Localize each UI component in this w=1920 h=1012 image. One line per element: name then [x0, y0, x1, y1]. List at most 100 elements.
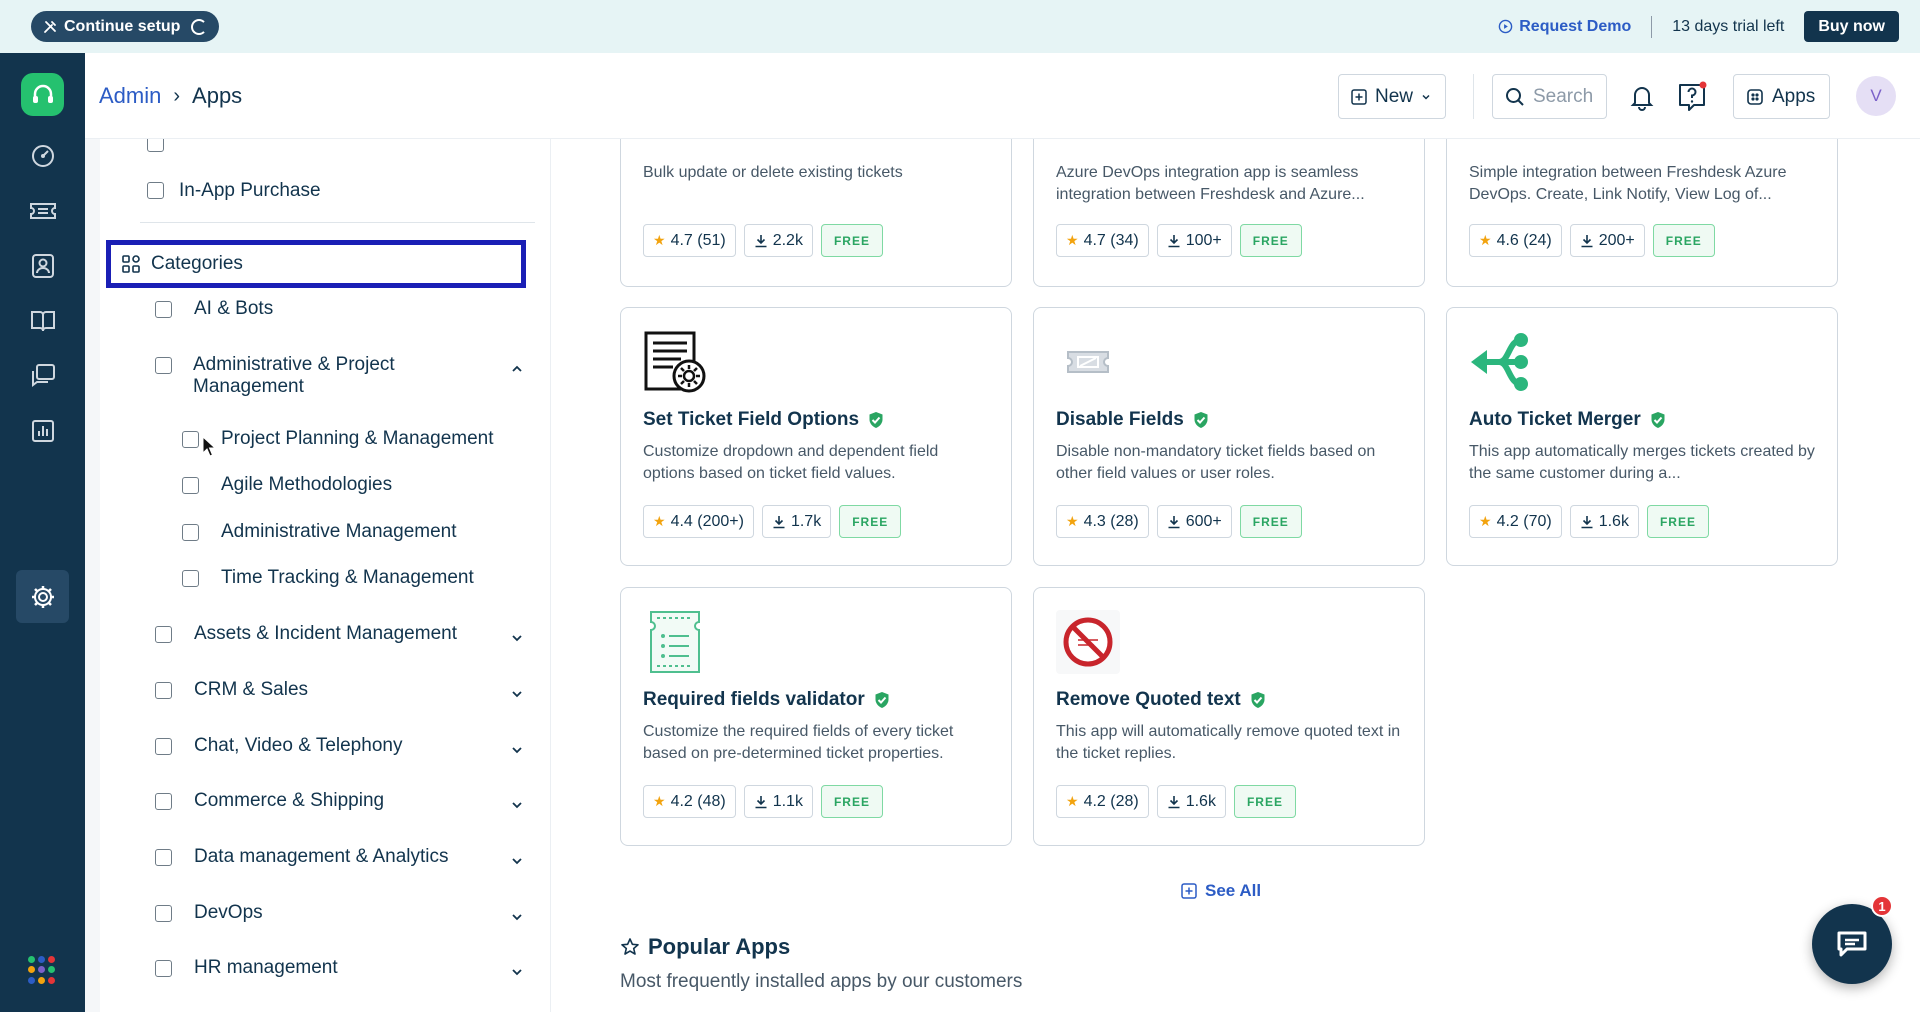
forums-nav-icon[interactable] [16, 349, 69, 402]
price-badge: FREE [1652, 224, 1715, 257]
subcategory-project-planning[interactable]: Project Planning & Management [182, 428, 494, 450]
new-button-label: New [1375, 85, 1414, 107]
subcategory-time-tracking[interactable]: Time Tracking & Management [182, 567, 474, 589]
user-avatar[interactable]: V [1856, 76, 1896, 116]
checkbox[interactable] [182, 570, 199, 587]
checkbox[interactable] [155, 626, 172, 643]
chevron-down-icon[interactable] [510, 631, 524, 645]
checkbox[interactable] [182, 524, 199, 541]
app-card[interactable]: Bulk update or delete existing tickets ★… [620, 139, 1012, 287]
rating-value: 4.7 (51) [670, 231, 726, 249]
category-assets-incident[interactable]: Assets & Incident Management [155, 623, 457, 645]
app-card-auto-ticket-merger[interactable]: Auto Ticket Merger This app automaticall… [1446, 307, 1838, 566]
verified-badge-icon [869, 412, 883, 428]
plus-square-icon [1351, 88, 1367, 105]
installs-badge: 100+ [1156, 224, 1232, 257]
category-data-management-analytics[interactable]: Data management & Analytics [155, 846, 449, 868]
new-button[interactable]: New [1338, 74, 1446, 119]
chevron-down-icon[interactable] [510, 743, 524, 757]
app-card[interactable]: Azure DevOps integration app is seamless… [1033, 139, 1425, 287]
chevron-down-icon[interactable] [510, 687, 524, 701]
app-description: Customize dropdown and dependent field o… [643, 443, 939, 482]
category-label: Administrative & Project Management [193, 354, 395, 397]
checkbox[interactable] [155, 849, 172, 866]
search-input[interactable]: Search [1492, 74, 1607, 119]
checkbox[interactable] [182, 477, 199, 494]
star-icon: ★ [653, 232, 666, 248]
app-description: Simple integration between Freshdesk Azu… [1469, 164, 1787, 203]
app-title: Remove Quoted text [1056, 689, 1267, 711]
help-icon[interactable] [1674, 79, 1710, 115]
app-title-text: Remove Quoted text [1056, 689, 1241, 710]
checkbox[interactable] [155, 793, 172, 810]
checkbox[interactable] [147, 182, 164, 199]
search-placeholder: Search [1533, 85, 1594, 107]
knowledge-base-nav-icon[interactable] [16, 294, 69, 347]
app-meta: ★ 4.2 (70) 1.6k FREE [1469, 505, 1709, 538]
checkbox[interactable] [155, 682, 172, 699]
app-description: Customize the required fields of every t… [643, 723, 954, 762]
category-devops[interactable]: DevOps [155, 902, 263, 924]
notifications-bell-icon[interactable] [1624, 79, 1660, 115]
category-administrative-project-management[interactable]: Administrative & Project Management [155, 354, 525, 398]
verified-badge-icon [875, 692, 889, 708]
installs-value: 2.2k [772, 231, 803, 249]
installs-badge: 1.6k [1156, 785, 1226, 818]
apps-grid-icon [1747, 88, 1763, 105]
filter-label: In-App Purchase [179, 180, 321, 201]
app-card-remove-quoted-text[interactable]: Remove Quoted text This app will automat… [1033, 587, 1425, 846]
chevron-down-icon[interactable] [510, 798, 524, 812]
dashboard-nav-icon[interactable] [16, 129, 69, 182]
breadcrumb-admin-link[interactable]: Admin [99, 83, 161, 109]
checkbox[interactable] [182, 431, 199, 448]
app-card-disable-fields[interactable]: Disable Fields Disable non-mandatory tic… [1033, 307, 1425, 566]
app-description: Bulk update or delete existing tickets [643, 164, 903, 181]
freshdesk-logo-icon[interactable] [21, 73, 64, 116]
checkbox[interactable] [155, 905, 172, 922]
checkbox[interactable] [147, 139, 164, 152]
reports-nav-icon[interactable] [16, 404, 69, 457]
category-ai-bots[interactable]: AI & Bots [155, 298, 273, 320]
buy-now-button[interactable]: Buy now [1804, 11, 1899, 42]
banner-divider [1651, 15, 1653, 38]
checkbox[interactable] [155, 301, 172, 318]
subcategory-administrative-management[interactable]: Administrative Management [182, 521, 457, 543]
header-divider [1473, 74, 1474, 119]
download-icon [1168, 795, 1180, 808]
chevron-down-icon[interactable] [510, 910, 524, 924]
filter-in-app-purchase[interactable]: In-App Purchase [147, 180, 321, 202]
checkbox[interactable] [155, 357, 172, 374]
admin-settings-nav-icon[interactable] [16, 570, 69, 623]
subcategory-label: Time Tracking & Management [221, 567, 474, 588]
apps-button[interactable]: Apps [1733, 74, 1830, 119]
app-card-set-ticket-field-options[interactable]: Set Ticket Field Options Customize dropd… [620, 307, 1012, 566]
app-card-required-fields-validator[interactable]: Required fields validator Customize the … [620, 587, 1012, 846]
product-switcher-icon[interactable] [28, 956, 56, 984]
star-icon: ★ [653, 513, 666, 529]
category-commerce-shipping[interactable]: Commerce & Shipping [155, 790, 384, 812]
breadcrumb: Admin › Apps [99, 83, 242, 109]
plus-square-icon [1181, 883, 1197, 899]
continue-setup-button[interactable]: Continue setup [31, 11, 220, 42]
chevron-up-icon[interactable] [510, 362, 524, 376]
chevron-down-icon[interactable] [510, 854, 524, 868]
verified-badge-icon [1651, 412, 1665, 428]
contacts-nav-icon[interactable] [16, 239, 69, 292]
installs-badge: 2.2k [743, 224, 813, 257]
category-crm-sales[interactable]: CRM & Sales [155, 679, 308, 701]
app-title: Set Ticket Field Options [643, 409, 885, 431]
rating-badge: ★ 4.6 (24) [1469, 224, 1562, 257]
category-chat-video-telephony[interactable]: Chat, Video & Telephony [155, 735, 402, 757]
tickets-nav-icon[interactable] [16, 184, 69, 237]
checkbox[interactable] [155, 738, 172, 755]
subcategory-agile-methodologies[interactable]: Agile Methodologies [182, 474, 392, 496]
see-all-link[interactable]: See All [1181, 881, 1261, 901]
app-title-text: Auto Ticket Merger [1469, 409, 1641, 430]
request-demo-link[interactable]: Request Demo [1498, 18, 1631, 36]
app-meta: ★ 4.7 (34) 100+ FREE [1056, 224, 1302, 257]
chevron-down-icon[interactable] [510, 965, 524, 979]
app-card[interactable]: Simple integration between Freshdesk Azu… [1446, 139, 1838, 287]
mouse-cursor-icon [202, 436, 216, 457]
checkbox[interactable] [155, 960, 172, 977]
category-hr-management[interactable]: HR management [155, 957, 338, 979]
